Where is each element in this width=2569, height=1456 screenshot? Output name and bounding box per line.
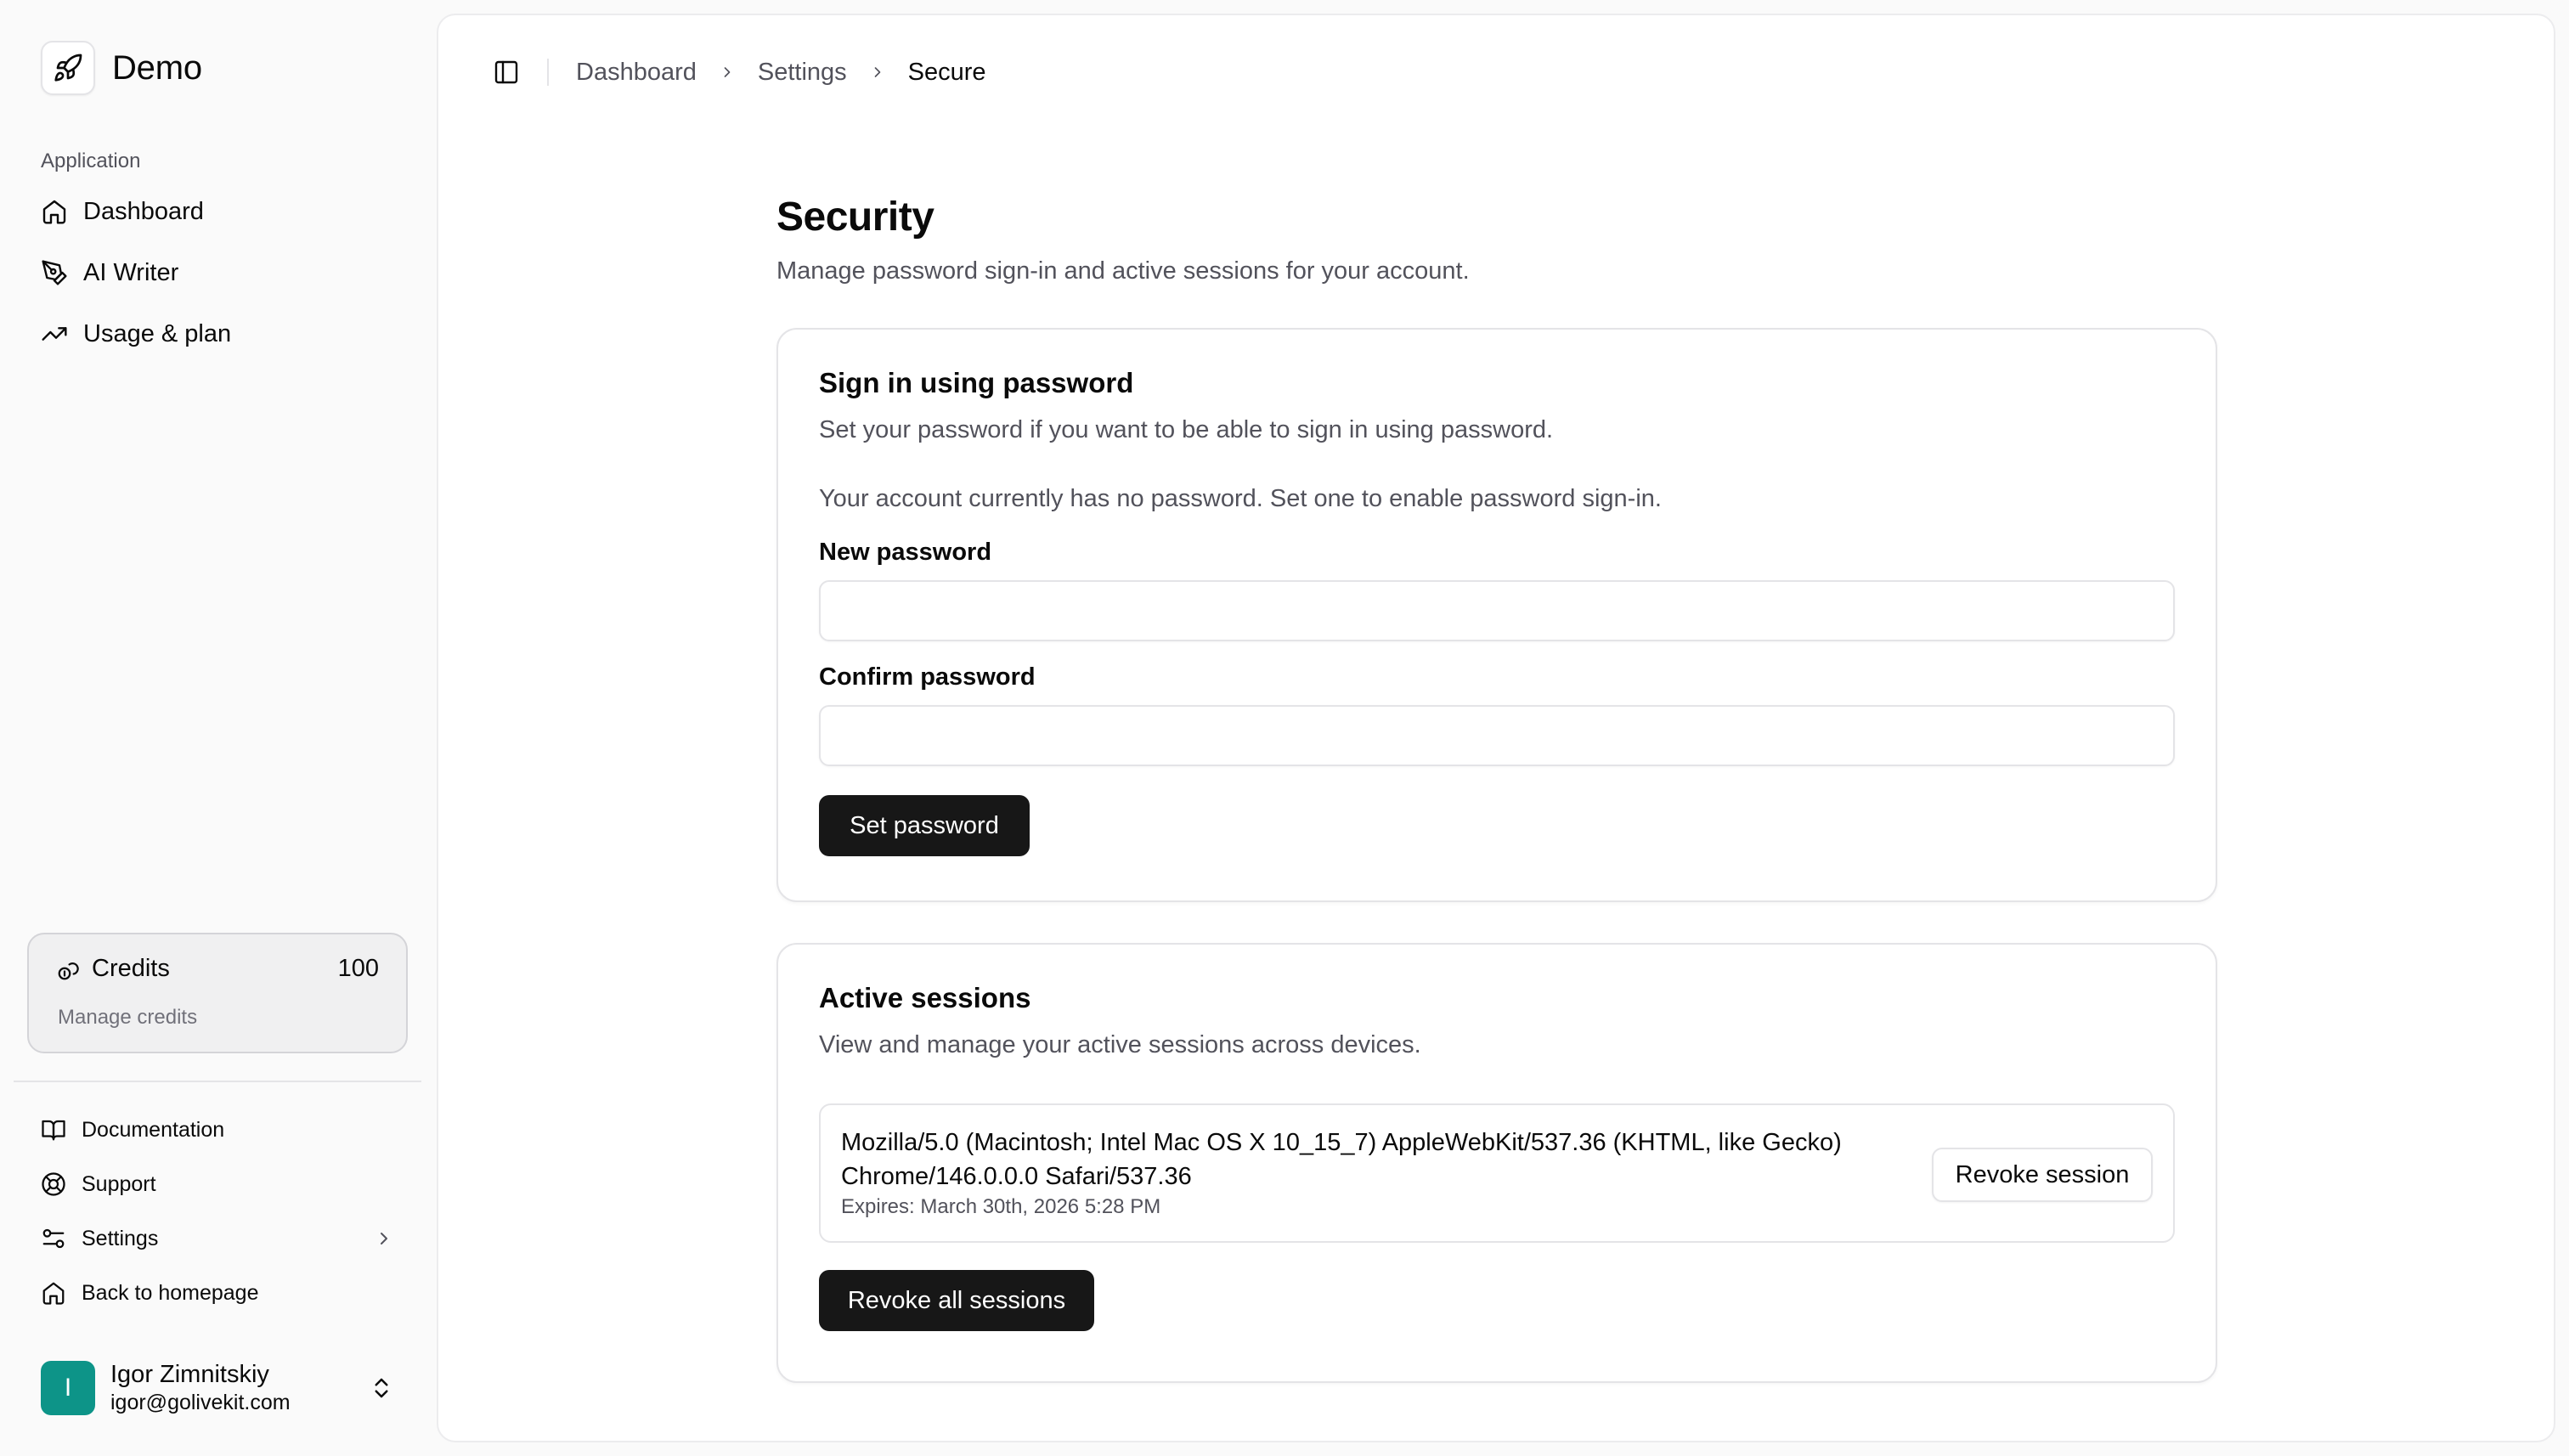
book-open-icon	[42, 1120, 65, 1141]
card-description: View and manage your active sessions acr…	[819, 1031, 1421, 1058]
confirm-password-label: Confirm password	[819, 663, 1036, 691]
sidebar-footer-links: Documentation Support Settings Back to h…	[41, 1111, 394, 1312]
session-row: Mozilla/5.0 (Macintosh; Intel Mac OS X 1…	[819, 1103, 2175, 1243]
card-title: Sign in using password	[819, 367, 1134, 398]
set-password-button[interactable]: Set password	[819, 795, 1030, 856]
sidebar-section-label: Application	[41, 150, 141, 172]
session-expiry: Expires: March 30th, 2026 5:28 PM	[841, 1195, 1161, 1218]
sidebar-nav: Dashboard AI Writer Usage & plan	[41, 190, 231, 355]
life-buoy-icon	[42, 1172, 65, 1196]
sidebar-link-label: Documentation	[82, 1117, 225, 1142]
chevrons-up-down-icon	[375, 1378, 388, 1398]
sidebar-link-label: Support	[82, 1171, 156, 1196]
rocket-icon	[41, 41, 95, 95]
sidebar-item-label: AI Writer	[83, 258, 179, 286]
credits-card[interactable]: Credits 100 Manage credits	[27, 933, 408, 1053]
app-root: Demo Application Dashboard AI Writer Usa…	[0, 0, 2569, 1456]
chevron-right-icon	[381, 1233, 387, 1244]
sidebar-divider	[14, 1081, 421, 1082]
sidebar-item-label: Usage & plan	[83, 319, 232, 347]
chevron-right-icon	[724, 67, 731, 77]
sidebar-link-label: Back to homepage	[82, 1280, 259, 1305]
password-card: Sign in using password Set your password…	[776, 328, 2217, 902]
credits-title: Credits	[92, 955, 170, 982]
home-icon	[42, 200, 66, 224]
topbar: Dashboard Settings Secure	[493, 53, 986, 92]
user-menu[interactable]: I Igor Zimnitskiy igor@golivekit.com	[41, 1361, 394, 1415]
main-panel: Dashboard Settings Secure Security Manag…	[437, 14, 2555, 1442]
brand[interactable]: Demo	[41, 41, 202, 95]
topbar-divider	[547, 59, 549, 86]
page-header: Security Manage password sign-in and act…	[776, 194, 2217, 285]
page-subtitle: Manage password sign-in and active sessi…	[776, 257, 1470, 285]
sidebar-item-dashboard[interactable]: Dashboard	[41, 190, 231, 233]
sidebar-item-ai-writer[interactable]: AI Writer	[41, 251, 231, 294]
coins-icon	[58, 962, 79, 979]
credits-count: 100	[337, 955, 379, 982]
avatar: I	[41, 1361, 95, 1415]
trending-up-icon	[42, 327, 67, 341]
sidebar-item-label: Dashboard	[83, 197, 204, 225]
session-user-agent: Mozilla/5.0 (Macintosh; Intel Mac OS X 1…	[841, 1129, 1842, 1190]
user-email: igor@golivekit.com	[110, 1391, 291, 1414]
sessions-card: Active sessions View and manage your act…	[776, 943, 2217, 1383]
user-name: Igor Zimnitskiy	[110, 1361, 269, 1388]
sidebar-item-usage-plan[interactable]: Usage & plan	[41, 313, 231, 355]
card-title: Active sessions	[819, 982, 1031, 1013]
breadcrumb-dashboard[interactable]: Dashboard	[576, 59, 697, 87]
sidebar-link-label: Settings	[82, 1226, 159, 1250]
sidebar-toggle-icon[interactable]	[493, 59, 520, 86]
revoke-session-button[interactable]: Revoke session	[1932, 1148, 2153, 1202]
card-description: Set your password if you want to be able…	[819, 416, 1554, 443]
sidebar-link-support[interactable]: Support	[41, 1165, 394, 1203]
sidebar-link-back-to-homepage[interactable]: Back to homepage	[41, 1274, 394, 1312]
breadcrumb-current: Secure	[907, 58, 986, 86]
breadcrumb: Dashboard Settings Secure	[576, 59, 986, 87]
confirm-password-field[interactable]	[819, 705, 2175, 766]
manage-credits-link[interactable]: Manage credits	[58, 1006, 197, 1030]
sidebar-link-documentation[interactable]: Documentation	[41, 1111, 394, 1148]
breadcrumb-settings[interactable]: Settings	[758, 59, 847, 87]
revoke-all-sessions-button[interactable]: Revoke all sessions	[819, 1270, 1094, 1331]
settings-sliders-icon	[42, 1228, 65, 1249]
chevron-right-icon	[874, 67, 881, 77]
new-password-label: New password	[819, 539, 992, 566]
sidebar: Demo Application Dashboard AI Writer Usa…	[0, 0, 437, 1456]
password-status-note: Your account currently has no password. …	[819, 485, 1662, 512]
new-password-field[interactable]	[819, 580, 2175, 641]
home-icon	[42, 1282, 65, 1305]
page-title: Security	[776, 195, 934, 240]
sidebar-link-settings[interactable]: Settings	[41, 1220, 394, 1257]
brand-name: Demo	[112, 48, 202, 87]
pen-tool-icon	[42, 260, 67, 285]
